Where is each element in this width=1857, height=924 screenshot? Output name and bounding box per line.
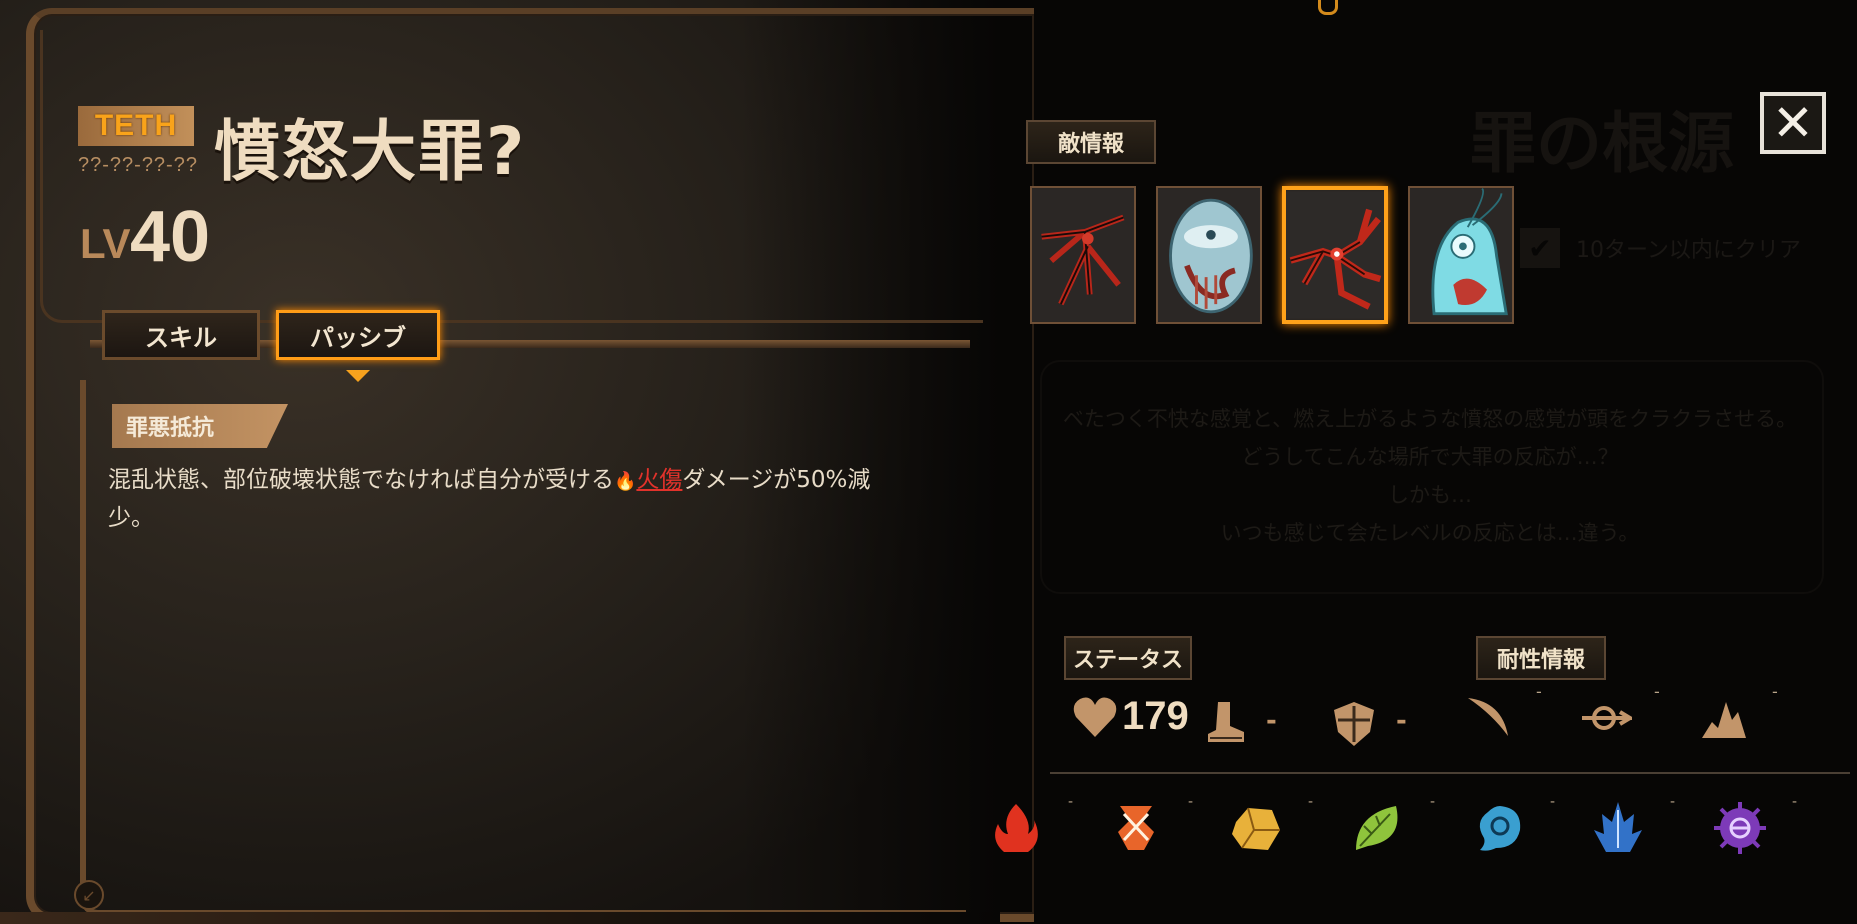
blunt-icon [1702,702,1746,738]
clear-condition-text: 10ターン以内にクリア [1576,238,1801,263]
risk-level-label: TETH [94,109,178,142]
resistance-label-text: 耐性情報 [1496,648,1585,673]
speed-boot-icon [1208,702,1244,742]
blunt-resist-value: - [1772,682,1778,701]
tab-skill[interactable]: スキル [102,310,260,360]
sloth-icon [1228,800,1284,856]
clear-condition-dimmed: ✔ 10ターン以内にクリア [1520,228,1801,268]
resistance-label: 耐性情報 [1476,636,1606,680]
pierce-resist-value: - [1654,682,1660,701]
cyan-ghost-creature-icon [1410,188,1512,322]
slash-icon [1468,698,1508,736]
bottom-frame-edge [0,912,1000,924]
tab-passive-label: パッシブ [310,323,406,352]
envy-icon [1712,800,1768,856]
corner-ornament-icon: ↙ [74,880,104,910]
defense-value: - [1396,706,1407,736]
hp-stat: 179 [1072,694,1189,739]
passive-title: 罪悪抵抗 [112,404,288,448]
red-eye-branch-creature-icon [1286,191,1384,319]
enemy-info-label-text: 敵情報 [1057,132,1124,157]
crimson-thorn-creature-icon [1032,188,1134,322]
defense-shield-icon [1334,702,1374,746]
burn-keyword-link[interactable]: 火傷 [636,467,682,493]
gluttony-icon [1350,800,1406,856]
enemy-code: ??-??-??-?? [78,154,198,176]
enemy-portrait-1[interactable] [1030,186,1136,324]
resistance-divider [1050,772,1850,774]
heart-icon [1073,696,1117,737]
speed-value: - [1266,706,1277,736]
lust-resist-value: - [1188,794,1194,810]
checkbox-icon: ✔ [1520,228,1560,268]
hp-value: 179 [1122,694,1189,738]
status-label: ステータス [1064,636,1192,680]
close-button[interactable]: ✕ [1760,92,1826,154]
stage-title-dimmed: 罪の根源 [1470,105,1734,182]
wrath-resist-value: - [1068,794,1074,810]
passive-desc-part1: 混乱状態、部位破壊状態でなければ自分が受ける [108,467,614,493]
pierce-icon [1582,706,1632,730]
pride-resist-value: - [1670,794,1676,810]
pride-icon [1590,800,1646,856]
flavor-line-2: どうしてこんな場所で大罪の反応が…？ [1241,445,1619,469]
blue-egg-creature-icon [1158,188,1260,322]
enemy-portrait-4[interactable] [1408,186,1514,324]
slash-resist-value: - [1536,682,1542,701]
tab-passive[interactable]: パッシブ [276,310,440,360]
flavor-line-3: しかも… [1388,483,1472,507]
burn-flame-icon: 🔥 [614,471,637,492]
passive-description: 混乱状態、部位破壊状態でなければ自分が受ける🔥火傷ダメージが50%減少。 [108,462,888,537]
lust-icon [1108,800,1164,856]
gloom-icon [1470,800,1526,856]
enemy-portrait-3-selected[interactable] [1282,186,1388,324]
status-label-text: ステータス [1072,648,1183,673]
risk-level-badge: TETH [78,106,194,146]
close-icon: ✕ [1772,94,1814,152]
sloth-resist-value: - [1308,794,1314,810]
flavor-line-4: いつも感じて会たレベルの反応とは…違う。 [1220,521,1640,545]
level-label: LV [80,220,131,267]
enemy-name: 憤怒大罪? [214,113,527,190]
flavor-line-1: ベたつく不快な感覚と、燃え上がるような憤怒の感覚が頭をクラクラさせる。 [1062,407,1798,431]
tab-skill-label: スキル [145,323,217,352]
gluttony-resist-value: - [1430,794,1436,810]
wrath-icon [988,800,1044,856]
flavor-text: ベたつく不快な感覚と、燃え上がるような憤怒の感覚が頭をクラクラさせる。 どうして… [1050,400,1810,552]
gloom-resist-value: - [1550,794,1556,810]
passive-title-text: 罪悪抵抗 [126,416,215,441]
enemy-info-label: 敵情報 [1026,120,1156,164]
enemy-portrait-2[interactable] [1156,186,1262,324]
envy-resist-value: - [1792,794,1798,810]
level-value: 40 [130,197,211,277]
passive-content-frame [80,380,966,916]
top-ornament-icon [1318,0,1338,15]
